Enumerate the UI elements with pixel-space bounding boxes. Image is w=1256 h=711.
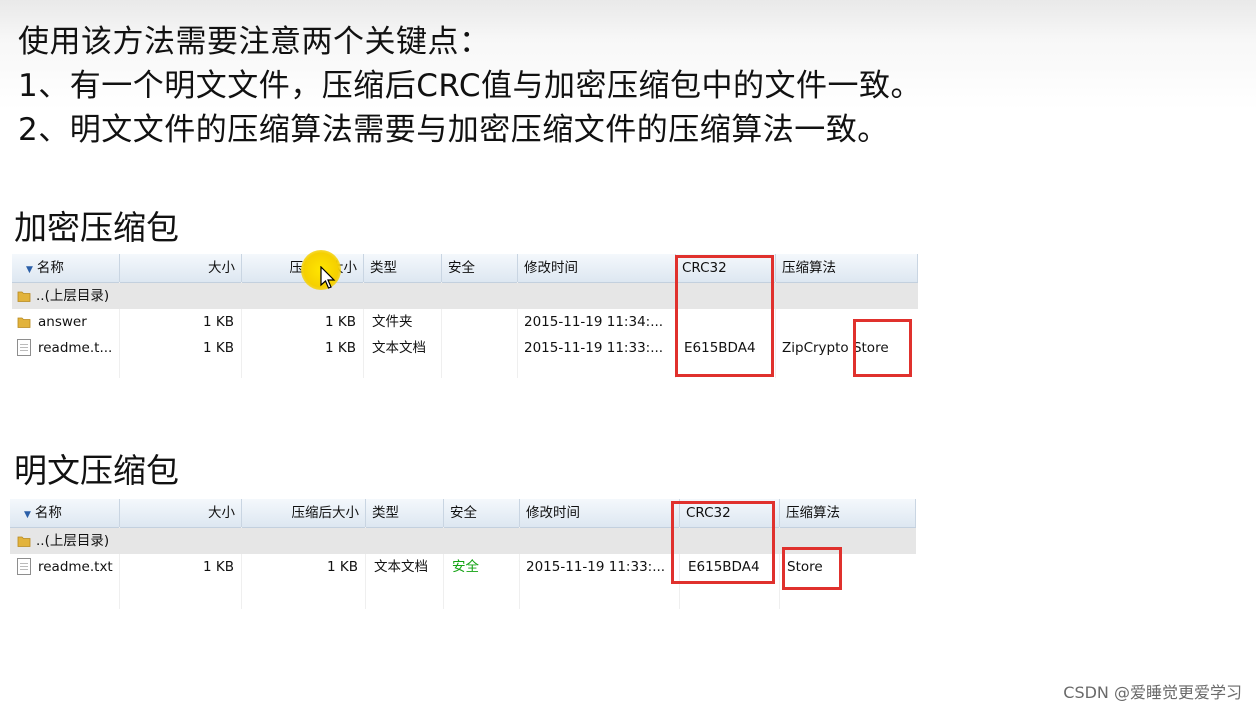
folder-icon — [17, 317, 31, 328]
encrypted-archive-title: 加密压缩包 — [14, 208, 179, 247]
sort-arrow-icon: ▼ — [26, 265, 33, 275]
parent-directory-row[interactable]: ..(上层目录) — [10, 528, 916, 554]
column-name[interactable]: ▼ 名称 — [12, 254, 120, 282]
plain-archive-title: 明文压缩包 — [14, 451, 179, 490]
file-name: readme.txt — [38, 559, 113, 575]
note-heading: 使用该方法需要注意两个关键点： — [18, 24, 491, 60]
method-highlight-box — [853, 319, 912, 377]
sort-arrow-icon: ▼ — [24, 510, 31, 520]
note-point-1: 1、有一个明文文件，压缩后CRC值与加密压缩包中的文件一致。 — [18, 68, 923, 104]
column-header-bar: ▼名称 大小 压缩后大小 类型 安全 修改时间 CRC32 压缩算法 — [10, 499, 916, 528]
parent-directory-label: ..(上层目录) — [36, 288, 110, 304]
crc-highlight-box — [671, 501, 775, 584]
column-name[interactable]: ▼ 名称 — [10, 499, 120, 527]
file-modified: 2015-11-19 11:33:... — [526, 559, 666, 575]
file-name: readme.t... — [38, 340, 113, 356]
table-row[interactable]: answer 1 KB 1 KB 文件夹 2015-11-19 11:34:..… — [12, 309, 918, 335]
file-size: 1 KB — [203, 340, 234, 356]
column-security[interactable]: 安全 — [442, 254, 518, 282]
file-packed-size: 1 KB — [327, 559, 358, 575]
notes: 使用该方法需要注意两个关键点： 1、有一个明文文件，压缩后CRC值与加密压缩包中… — [18, 20, 922, 152]
file-type: 文本文档 — [374, 559, 428, 575]
table-row[interactable]: readme.txt 1 KB 1 KB 文本文档 安全 2015-11-19 … — [10, 554, 916, 580]
column-size[interactable]: 大小 — [120, 254, 242, 282]
file-type: 文件夹 — [372, 314, 413, 330]
column-security[interactable]: 安全 — [444, 499, 520, 527]
mouse-pointer-icon — [320, 266, 336, 289]
watermark: CSDN @爱睡觉更爱学习 — [1063, 683, 1242, 702]
column-header-bar: ▼名称 大小 压缩后大小 类型 安全 修改时间 CRC32 压缩算法 — [12, 254, 918, 283]
file-modified: 2015-11-19 11:33:... — [524, 340, 664, 356]
folder-icon — [17, 536, 31, 547]
crc-highlight-box — [675, 255, 774, 377]
file-size: 1 KB — [203, 559, 234, 575]
table-row[interactable]: readme.t... 1 KB 1 KB 文本文档 2015-11-19 11… — [12, 335, 918, 361]
folder-icon — [17, 291, 31, 302]
file-packed-size: 1 KB — [325, 314, 356, 330]
column-modified[interactable]: 修改时间 — [518, 254, 676, 282]
column-method[interactable]: 压缩算法 — [776, 254, 918, 282]
file-packed-size: 1 KB — [325, 340, 356, 356]
column-type[interactable]: 类型 — [364, 254, 442, 282]
document-icon — [17, 339, 31, 356]
note-point-2: 2、明文文件的压缩算法需要与加密压缩文件的压缩算法一致。 — [18, 112, 889, 148]
plain-file-list: ▼ 名称 大小 压缩后大小 类型 安全 修改时间 CRC32 压缩算法 ..(上层… — [10, 499, 916, 609]
file-modified: 2015-11-19 11:34:... — [524, 314, 664, 330]
method-highlight-box — [782, 547, 842, 590]
parent-directory-row[interactable]: ..(上层目录) — [12, 283, 918, 309]
column-type[interactable]: 类型 — [366, 499, 444, 527]
file-name: answer — [38, 314, 87, 330]
file-size: 1 KB — [203, 314, 234, 330]
column-size[interactable]: 大小 — [120, 499, 242, 527]
column-packed-size[interactable]: 压缩后大小 — [242, 499, 366, 527]
document-icon — [17, 558, 31, 575]
encrypted-file-list: ▼名称 大小 压缩后大小 类型 安全 修改时间 CRC32 压缩算法 ..(上层… — [12, 254, 918, 378]
column-method[interactable]: 压缩算法 — [780, 499, 916, 527]
column-modified[interactable]: 修改时间 — [520, 499, 680, 527]
file-security: 安全 — [452, 559, 479, 575]
parent-directory-label: ..(上层目录) — [36, 533, 110, 549]
file-type: 文本文档 — [372, 340, 426, 356]
